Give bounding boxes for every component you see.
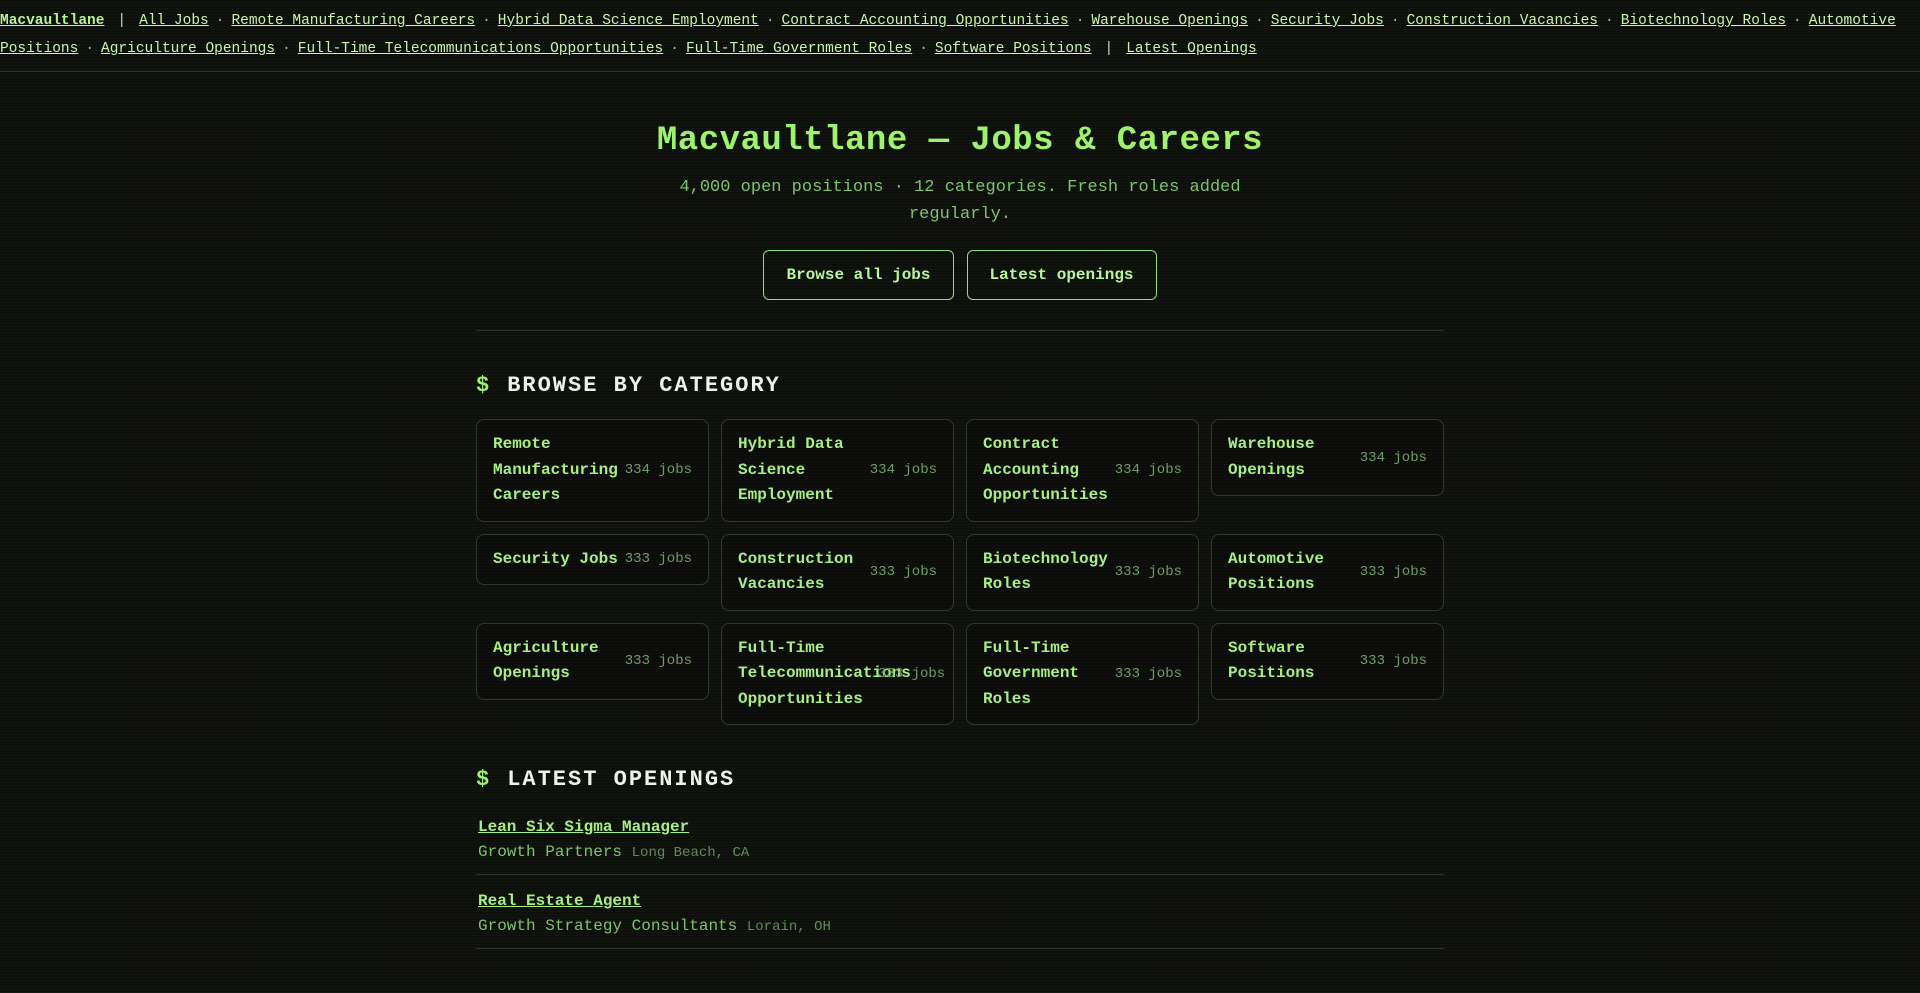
nav-remote-manufacturing[interactable]: Remote Manufacturing Careers xyxy=(231,13,475,29)
category-count: 333 jobs xyxy=(1359,564,1427,580)
nav-dot: · xyxy=(1793,13,1802,29)
latest-heading: $ LATEST OPENINGS xyxy=(476,767,1444,792)
latest-heading-text: LATEST OPENINGS xyxy=(507,767,736,792)
category-card[interactable]: Construction Vacancies 333 jobs xyxy=(721,533,954,611)
nav-construction[interactable]: Construction Vacancies xyxy=(1407,13,1598,29)
list-item: Lean Six Sigma Manager Growth Partners L… xyxy=(476,814,1444,875)
top-nav: Macvaultlane | All Jobs · Remote Manufacturi… xyxy=(0,0,1920,72)
nav-latest-openings[interactable]: Latest Openings xyxy=(1126,41,1257,57)
category-count: 334 jobs xyxy=(869,462,937,479)
category-count: 333 jobs xyxy=(1114,564,1182,580)
nav-dot: · xyxy=(85,41,95,57)
brand-link[interactable]: Macvaultlane xyxy=(0,13,104,29)
job-company: Growth Partners xyxy=(478,843,623,861)
nav-government[interactable]: Full-Time Government Roles xyxy=(686,41,912,57)
job-meta: Growth Strategy Consultants Lorain, OH xyxy=(478,917,1442,935)
latest-openings-button[interactable]: Latest openings xyxy=(966,250,1157,300)
category-card[interactable]: Biotechnology Roles 333 jobs xyxy=(966,533,1199,611)
nav-dot: · xyxy=(670,41,679,57)
category-card[interactable]: Hybrid Data Science Employment 334 jobs xyxy=(721,419,954,522)
job-company: Growth Strategy Consultants xyxy=(478,917,738,935)
nav-all-jobs[interactable]: All Jobs xyxy=(139,13,209,29)
category-name: Full-Time Government Roles xyxy=(983,638,1080,708)
category-count: 334 jobs xyxy=(624,462,692,479)
browse-heading: $ BROWSE BY CATEGORY xyxy=(476,373,1444,398)
category-card[interactable]: Full-Time Government Roles 333 jobs xyxy=(966,622,1199,725)
category-name: Contract Accounting Opportunities xyxy=(983,435,1108,504)
category-count: 334 jobs xyxy=(1359,449,1427,466)
job-meta: Growth Partners Long Beach, CA xyxy=(478,843,1442,861)
nav-warehouse[interactable]: Warehouse Openings xyxy=(1091,13,1248,29)
category-name: Biotechnology Roles xyxy=(983,549,1108,594)
category-count: 333 jobs xyxy=(1359,653,1427,669)
nav-software[interactable]: Software Positions xyxy=(935,41,1092,57)
nav-dot: · xyxy=(919,41,928,57)
hero-subtitle: 4,000 open positions · 12 categories. Fr… xyxy=(679,178,1241,224)
category-count: 333 jobs xyxy=(1114,665,1182,682)
list-item: Real Estate Agent Growth Strategy Consul… xyxy=(476,888,1444,949)
dollar-icon: $ xyxy=(476,767,492,792)
nav-separator: | xyxy=(1104,41,1114,57)
nav-dot: · xyxy=(482,13,491,29)
category-name: Full-Time Telecommunications Opportuniti… xyxy=(738,638,911,708)
dollar-icon: $ xyxy=(476,373,492,398)
page-title: Macvaultlane — Jobs & Careers xyxy=(656,122,1264,160)
category-card[interactable]: Warehouse Openings 334 jobs xyxy=(1211,419,1444,496)
latest-section: $ LATEST OPENINGS Lean Six Sigma Manager … xyxy=(476,767,1444,949)
category-card[interactable]: Full-Time Telecommunications Opportuniti… xyxy=(721,622,954,725)
nav-dot: · xyxy=(1390,13,1400,29)
nav-dot: · xyxy=(282,41,291,57)
nav-contract-accounting[interactable]: Contract Accounting Opportunities xyxy=(782,13,1069,29)
category-name: Construction Vacancies xyxy=(738,549,854,594)
hero-buttons: Browse all jobs Latest openings xyxy=(476,250,1444,300)
category-name: Hybrid Data Science Employment xyxy=(738,435,844,504)
nav-hybrid-data-science[interactable]: Hybrid Data Science Employment xyxy=(498,13,759,29)
nav-telecommunications[interactable]: Full-Time Telecommunications Opportuniti… xyxy=(298,41,663,57)
browse-all-jobs-button[interactable]: Browse all jobs xyxy=(763,250,954,300)
nav-dot: · xyxy=(765,13,775,29)
category-card[interactable]: Remote Manufacturing Careers 334 jobs xyxy=(476,419,709,522)
nav-separator: | xyxy=(117,13,127,29)
nav-biotechnology[interactable]: Biotechnology Roles xyxy=(1621,13,1786,29)
category-count: 333 jobs xyxy=(869,564,937,580)
nav-dot: · xyxy=(1255,13,1264,29)
browse-section: $ BROWSE BY CATEGORY Remote Manufacturing… xyxy=(476,373,1444,725)
category-card[interactable]: Contract Accounting Opportunities 334 job… xyxy=(966,419,1199,522)
category-card[interactable]: Agriculture Openings 333 jobs xyxy=(476,622,709,700)
category-name: Automotive Positions xyxy=(1228,549,1325,594)
category-name: Security Jobs xyxy=(493,549,618,568)
category-grid: Remote Manufacturing Careers 334 jobs Hyb… xyxy=(476,419,1444,725)
category-count: 333 jobs xyxy=(624,653,692,669)
nav-agriculture[interactable]: Agriculture Openings xyxy=(101,41,275,57)
nav-security[interactable]: Security Jobs xyxy=(1271,13,1384,29)
category-name: Agriculture Openings xyxy=(493,638,599,683)
job-location: Lorain, OH xyxy=(746,919,831,935)
nav-dot: · xyxy=(1075,13,1085,29)
job-location: Long Beach, CA xyxy=(631,845,750,861)
category-card[interactable]: Software Positions 333 jobs xyxy=(1211,622,1444,700)
category-count: 333 jobs xyxy=(624,551,692,568)
category-name: Warehouse Openings xyxy=(1228,435,1315,479)
hero: Macvaultlane — Jobs & Careers 4,000 open… xyxy=(476,72,1444,331)
category-card[interactable]: Automotive Positions 333 jobs xyxy=(1211,533,1444,611)
category-count: 333 jobs xyxy=(878,665,946,682)
nav-dot: · xyxy=(1605,13,1614,29)
browse-heading-text: BROWSE BY CATEGORY xyxy=(507,373,781,398)
latest-list: Lean Six Sigma Manager Growth Partners L… xyxy=(476,814,1444,949)
category-name: Software Positions xyxy=(1228,638,1315,683)
job-title-link[interactable]: Lean Six Sigma Manager xyxy=(478,818,689,836)
category-card[interactable]: Security Jobs 333 jobs xyxy=(476,533,709,585)
job-title-link[interactable]: Real Estate Agent xyxy=(478,892,641,910)
category-name: Remote Manufacturing Careers xyxy=(493,435,618,504)
category-count: 334 jobs xyxy=(1114,462,1182,479)
nav-dot: · xyxy=(215,13,225,29)
